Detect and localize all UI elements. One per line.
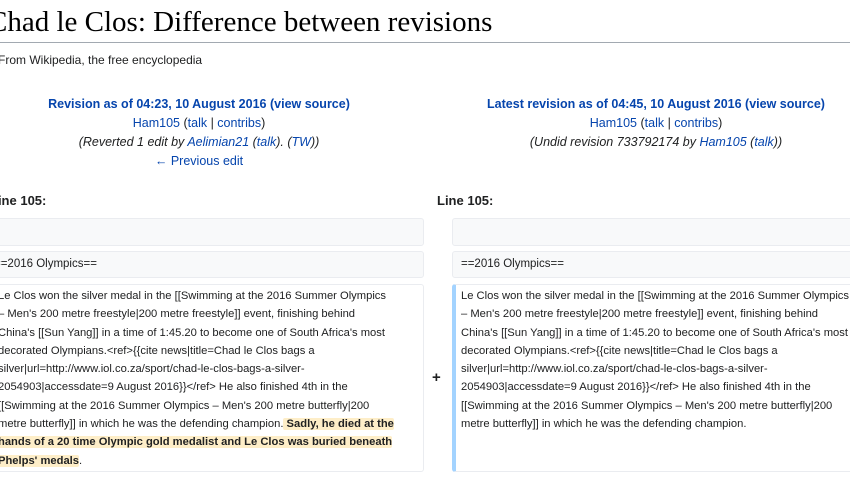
left-edit-summary: (Reverted 1 edit by Aelimian21 (talk). (…	[78, 135, 320, 149]
deleted-line-2: China's [[Sun Yang]] in a time of 1:45.2…	[0, 326, 385, 339]
left-context-empty-row	[0, 218, 424, 246]
deleted-line-0: Le Clos won the silver medal in the [[Sw…	[0, 290, 386, 302]
vandalism-highlight-2: Phelps' medals	[0, 454, 80, 467]
page-title: Chad le Clos: Difference between revisio…	[0, 6, 493, 38]
left-revision-user: Ham105 (talk | contribs)	[132, 116, 266, 130]
added-line-5: 2054903|accessdate=9 August 2016}}</ref>…	[461, 381, 811, 394]
right-revision-header: Latest revision as of 04:45, 10 August 2…	[456, 95, 850, 152]
deleted-final-period: .	[79, 454, 83, 467]
right-context-text: ==2016 Olympics==	[461, 258, 564, 270]
vandalism-highlight-0: Sadly, he died at the	[283, 418, 394, 431]
left-user-contribs-link[interactable]: contribs	[217, 116, 261, 130]
left-revision-heading: Revision as of 04:23, 10 August 2016 (vi…	[0, 95, 399, 114]
deleted-line-7: metre butterfly]] in which he was the de…	[0, 418, 284, 431]
added-marker: +	[432, 369, 441, 386]
added-line-2: China's [[Sun Yang]] in a time of 1:45.2…	[461, 326, 848, 339]
right-user-link[interactable]: Ham105	[590, 116, 637, 130]
right-user-contribs-link[interactable]: contribs	[674, 116, 718, 130]
left-user-link[interactable]: Ham105	[133, 116, 180, 130]
left-revision-link[interactable]: Revision as of 04:23, 10 August 2016	[48, 97, 266, 111]
left-summary-user-link[interactable]: Aelimian21	[187, 135, 249, 149]
right-edit-summary: (Undid revision 733792174 by Ham105 (tal…	[529, 135, 783, 149]
left-summary-tw-link[interactable]: TW	[292, 135, 311, 149]
left-line-number: Line 105:	[0, 193, 47, 208]
right-summary-talk-link[interactable]: talk	[754, 135, 773, 149]
added-line-0: Le Clos won the silver medal in the [[Sw…	[461, 290, 849, 302]
left-view-source-link[interactable]: (view source)	[270, 97, 350, 111]
left-summary-talk-link[interactable]: talk	[257, 135, 276, 149]
right-summary-user-link[interactable]: Ham105	[699, 135, 746, 149]
deleted-line-5: 2054903|accessdate=9 August 2016}}</ref>…	[0, 381, 348, 394]
deleted-line-4: silver|url=http://www.iol.co.za/sport/ch…	[0, 363, 305, 376]
right-view-source-link[interactable]: (view source)	[745, 97, 825, 111]
deleted-line-6: [[Swimming at the 2016 Summer Olympics –…	[0, 399, 370, 412]
right-line-number: Line 105:	[437, 193, 494, 208]
added-line-4: silver|url=http://www.iol.co.za/sport/ch…	[461, 363, 768, 376]
added-line-7: metre butterfly]] in which he was the de…	[461, 418, 747, 431]
added-line-text: Le Clos won the silver medal in the [[Sw…	[461, 287, 849, 433]
title-divider	[0, 42, 850, 43]
added-line-1: – Men's 200 metre freestyle|200 metre fr…	[461, 308, 819, 321]
left-context-text: ==2016 Olympics==	[0, 258, 97, 270]
previous-edit-link[interactable]: ← Previous edit	[155, 154, 243, 168]
deleted-line-3: decorated Olympians.<ref>{{cite news|tit…	[0, 344, 315, 357]
deleted-line-text: Le Clos won the silver medal in the [[Sw…	[0, 287, 394, 470]
right-revision-link[interactable]: Latest revision as of 04:45, 10 August 2…	[487, 97, 742, 111]
right-user-talk-link[interactable]: talk	[645, 116, 664, 130]
right-summary-prefix: (Undid revision 733792174 by	[529, 135, 700, 149]
right-revision-user: Ham105 (talk | contribs)	[589, 116, 723, 130]
deleted-line-1: – Men's 200 metre freestyle|200 metre fr…	[0, 308, 356, 321]
tagline: From Wikipedia, the free encyclopedia	[0, 53, 203, 67]
right-context-empty-row	[452, 218, 850, 246]
added-line-6: [[Swimming at the 2016 Summer Olympics –…	[461, 399, 833, 412]
left-user-talk-link[interactable]: talk	[188, 116, 207, 130]
left-revision-header: Revision as of 04:23, 10 August 2016 (vi…	[0, 95, 399, 171]
added-line-3: decorated Olympians.<ref>{{cite news|tit…	[461, 344, 778, 357]
vandalism-highlight-1: hands of a 20 time Olympic gold medalist…	[0, 436, 393, 449]
left-summary-prefix: (Reverted 1 edit by	[78, 135, 188, 149]
right-revision-heading: Latest revision as of 04:45, 10 August 2…	[456, 95, 850, 114]
